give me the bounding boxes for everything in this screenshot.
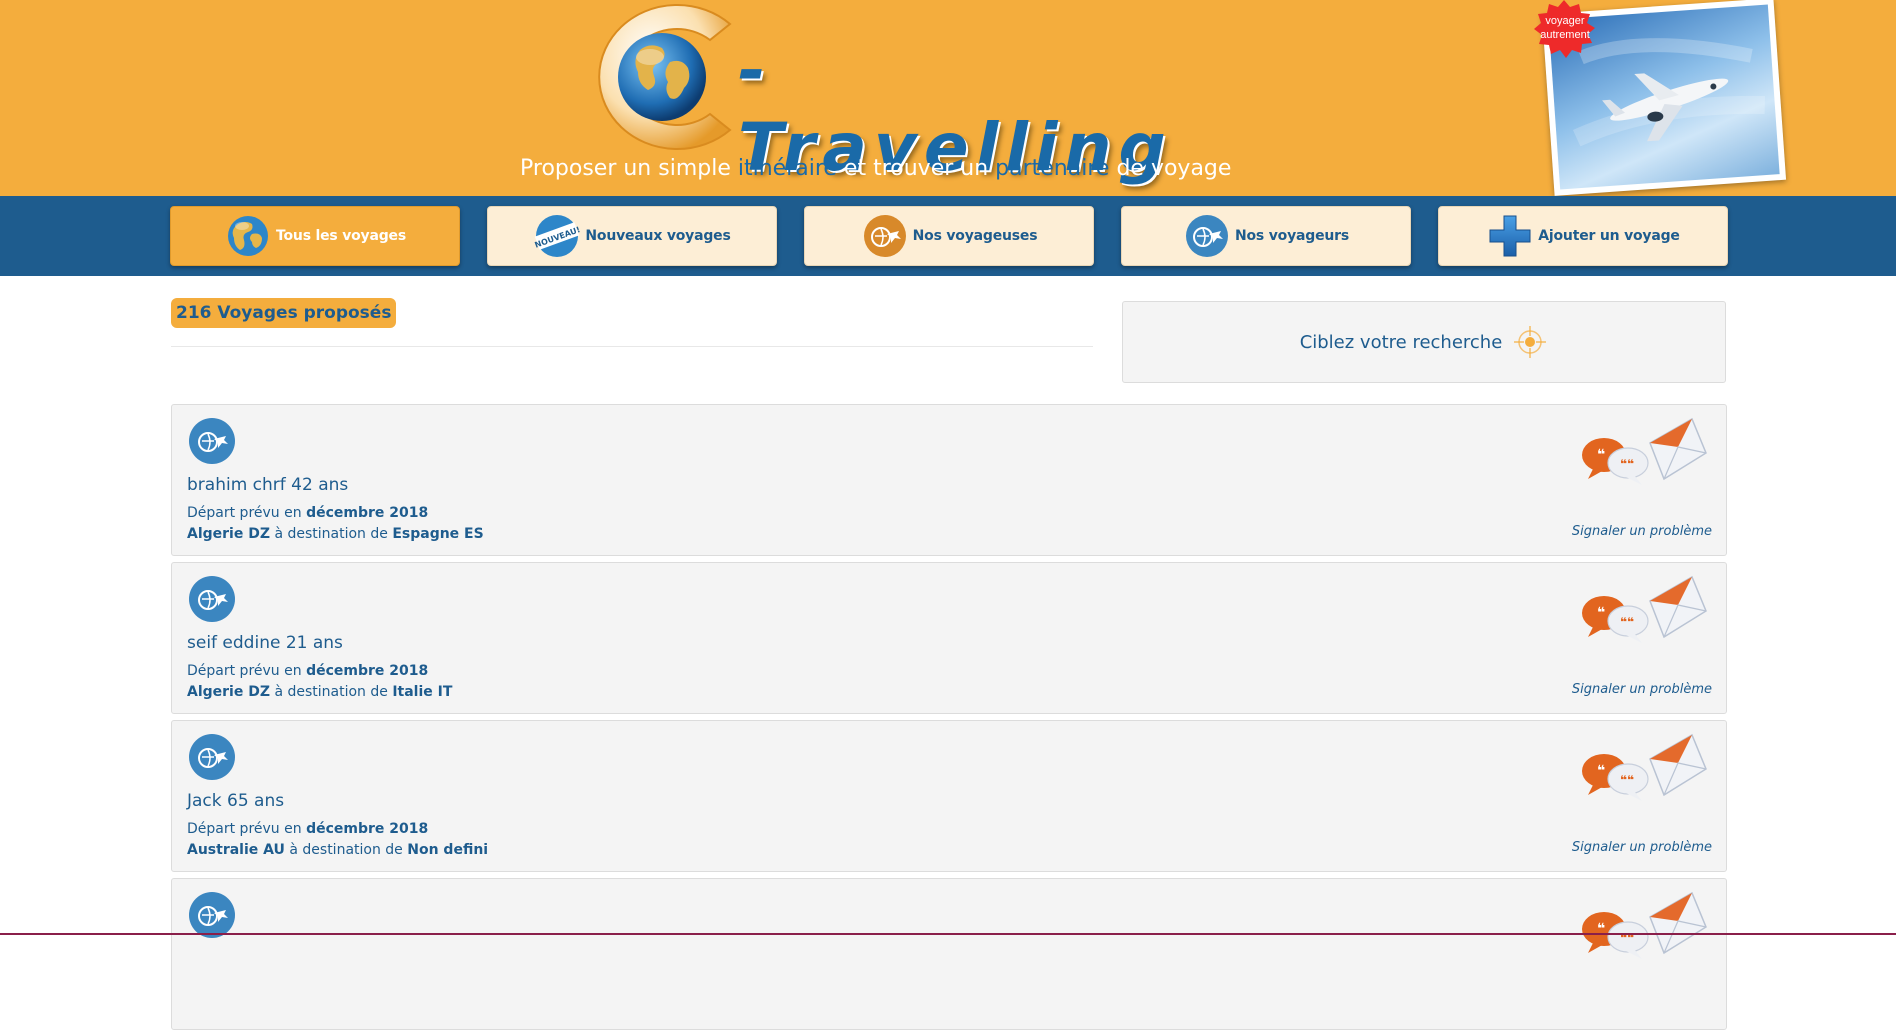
destination-country: Italie IT [392,684,453,700]
nav-nos-voyageurs[interactable]: Nos voyageurs [1121,206,1411,266]
origin-country: Algerie DZ [187,526,270,542]
departure-line: Départ prévu en décembre 2018 [187,821,428,837]
badge-text: voyager autrement [1540,15,1590,41]
destination-country: Non defini [407,842,489,858]
traveler-avatar-icon [189,892,235,938]
destination-connector: à destination de [270,684,393,700]
site-header: -Travelling Proposer un simple itinérair… [0,0,1896,196]
departure-date: décembre 2018 [306,821,429,837]
svg-text:❝❝: ❝❝ [1620,615,1634,629]
contact-message-icon[interactable]: ❝ ❝❝ [1580,413,1710,493]
traveler-name: seif eddine 21 ans [187,633,343,653]
report-problem-link[interactable]: Signaler un problème [1572,682,1712,697]
main-nav: Tous les voyages NOUVEAU! Nouveaux voyag… [0,196,1896,276]
svg-text:❝❝: ❝❝ [1620,457,1634,471]
departure-line: Départ prévu en décembre 2018 [187,663,428,679]
report-problem-link[interactable]: Signaler un problème [1572,524,1712,539]
traveler-avatar-icon [189,576,235,622]
trip-count-badge: 216 Voyages proposés [171,298,397,328]
origin-country: Algerie DZ [187,684,270,700]
svg-text:❝: ❝ [1597,763,1605,779]
svg-text:❝: ❝ [1597,605,1605,621]
trip-card: Jack 65 ans Départ prévu en décembre 201… [171,720,1727,872]
departure-date: décembre 2018 [306,505,429,521]
nav-label: Tous les voyages [276,228,406,244]
tagline-part2: et trouver un [836,156,996,181]
destination-country: Espagne ES [392,526,484,542]
tagline-highlight-partenaire: partenaire [995,156,1110,181]
trip-card: brahim chrf 42 ans Départ prévu en décem… [171,404,1727,556]
target-icon [1514,326,1547,358]
tagline-part1: Proposer un simple [520,156,738,181]
trip-card: seif eddine 21 ans Départ prévu en décem… [171,562,1727,714]
site-logo[interactable]: -Travelling [570,2,1170,186]
destination-connector: à destination de [284,842,408,858]
contact-message-icon[interactable]: ❝ ❝❝ [1580,571,1710,651]
svg-text:❝❝: ❝❝ [1620,773,1634,787]
tagline-highlight-itineraire: itinéraire [737,156,837,181]
destination-connector: à destination de [270,526,393,542]
route-line: Algerie DZ à destination de Espagne ES [187,526,484,542]
nouveau-icon: NOUVEAU! [534,215,581,257]
contact-message-icon[interactable]: ❝ ❝❝ [1580,887,1710,967]
male-traveler-icon [1186,215,1228,257]
route-line: Australie AU à destination de Non defini [187,842,488,858]
route-line: Algerie DZ à destination de Italie IT [187,684,452,700]
trip-card: ❝ ❝❝ [171,878,1727,1030]
trip-list: brahim chrf 42 ans Départ prévu en décem… [171,404,1727,1036]
nav-nos-voyageuses[interactable]: Nos voyageuses [804,206,1094,266]
departure-prefix: Départ prévu en [187,663,307,679]
nav-label: Ajouter un voyage [1538,228,1680,244]
search-label: Ciblez votre recherche [1299,331,1503,353]
contact-message-icon[interactable]: ❝ ❝❝ [1580,729,1710,809]
nav-tous-les-voyages[interactable]: Tous les voyages [170,206,460,266]
report-problem-link[interactable]: Signaler un problème [1572,840,1712,855]
nav-label: Nos voyageuses [912,228,1038,244]
origin-country: Australie AU [187,842,285,858]
traveler-avatar-icon [189,418,235,464]
nav-ajouter-un-voyage[interactable]: Ajouter un voyage [1438,206,1728,266]
globe-icon [228,216,269,256]
tagline-part3: de voyage [1109,156,1232,181]
plus-icon [1489,215,1531,257]
departure-prefix: Départ prévu en [187,505,307,521]
traveler-avatar-icon [189,734,235,780]
departure-date: décembre 2018 [306,663,429,679]
departure-prefix: Départ prévu en [187,821,307,837]
traveler-name: Jack 65 ans [187,791,285,811]
logo-c-globe-icon [598,4,732,150]
divider [171,346,1093,347]
search-toggle-button[interactable]: Ciblez votre recherche [1122,301,1726,383]
departure-line: Départ prévu en décembre 2018 [187,505,428,521]
tagline: Proposer un simple itinéraire et trouver… [520,156,1231,181]
female-traveler-icon [863,215,906,257]
nav-nouveaux-voyages[interactable]: NOUVEAU! Nouveaux voyages [487,206,777,266]
nav-label: Nos voyageurs [1235,228,1349,244]
svg-text:❝: ❝ [1597,447,1605,463]
traveler-name: brahim chrf 42 ans [187,475,349,495]
nav-label: Nouveaux voyages [585,228,731,244]
